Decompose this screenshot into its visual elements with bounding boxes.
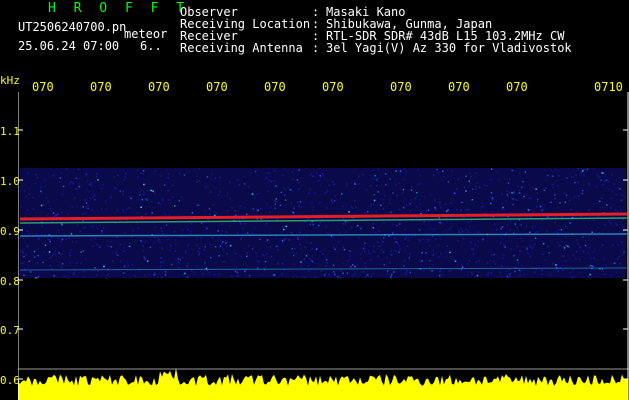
power-trace (18, 368, 628, 400)
meta-antenna-value: 3el Yagi(V) Az 330 for Vladivostok (326, 41, 572, 55)
y-tick-label: 1.1 (0, 125, 20, 138)
y-tick-label: 0.6 (0, 374, 20, 387)
y-tick-label: 1.0 (0, 175, 20, 188)
spectrogram-plot (18, 92, 629, 400)
meta-antenna-label: Receiving Antenna (180, 41, 303, 55)
date-time: 25.06.24 07:00 (18, 39, 120, 53)
y-tick-label: 0.9 (0, 225, 20, 238)
count-text: 6.. (140, 39, 162, 53)
header-title: H R O F F T (48, 1, 190, 16)
y-tick-label: 0.7 (0, 324, 20, 337)
file-name: UT2506240700.pn (18, 20, 127, 34)
y-tick-label: 0.8 (0, 275, 20, 288)
meta-antenna-sep: : (312, 41, 320, 55)
y-unit-label: kHz (0, 74, 20, 87)
